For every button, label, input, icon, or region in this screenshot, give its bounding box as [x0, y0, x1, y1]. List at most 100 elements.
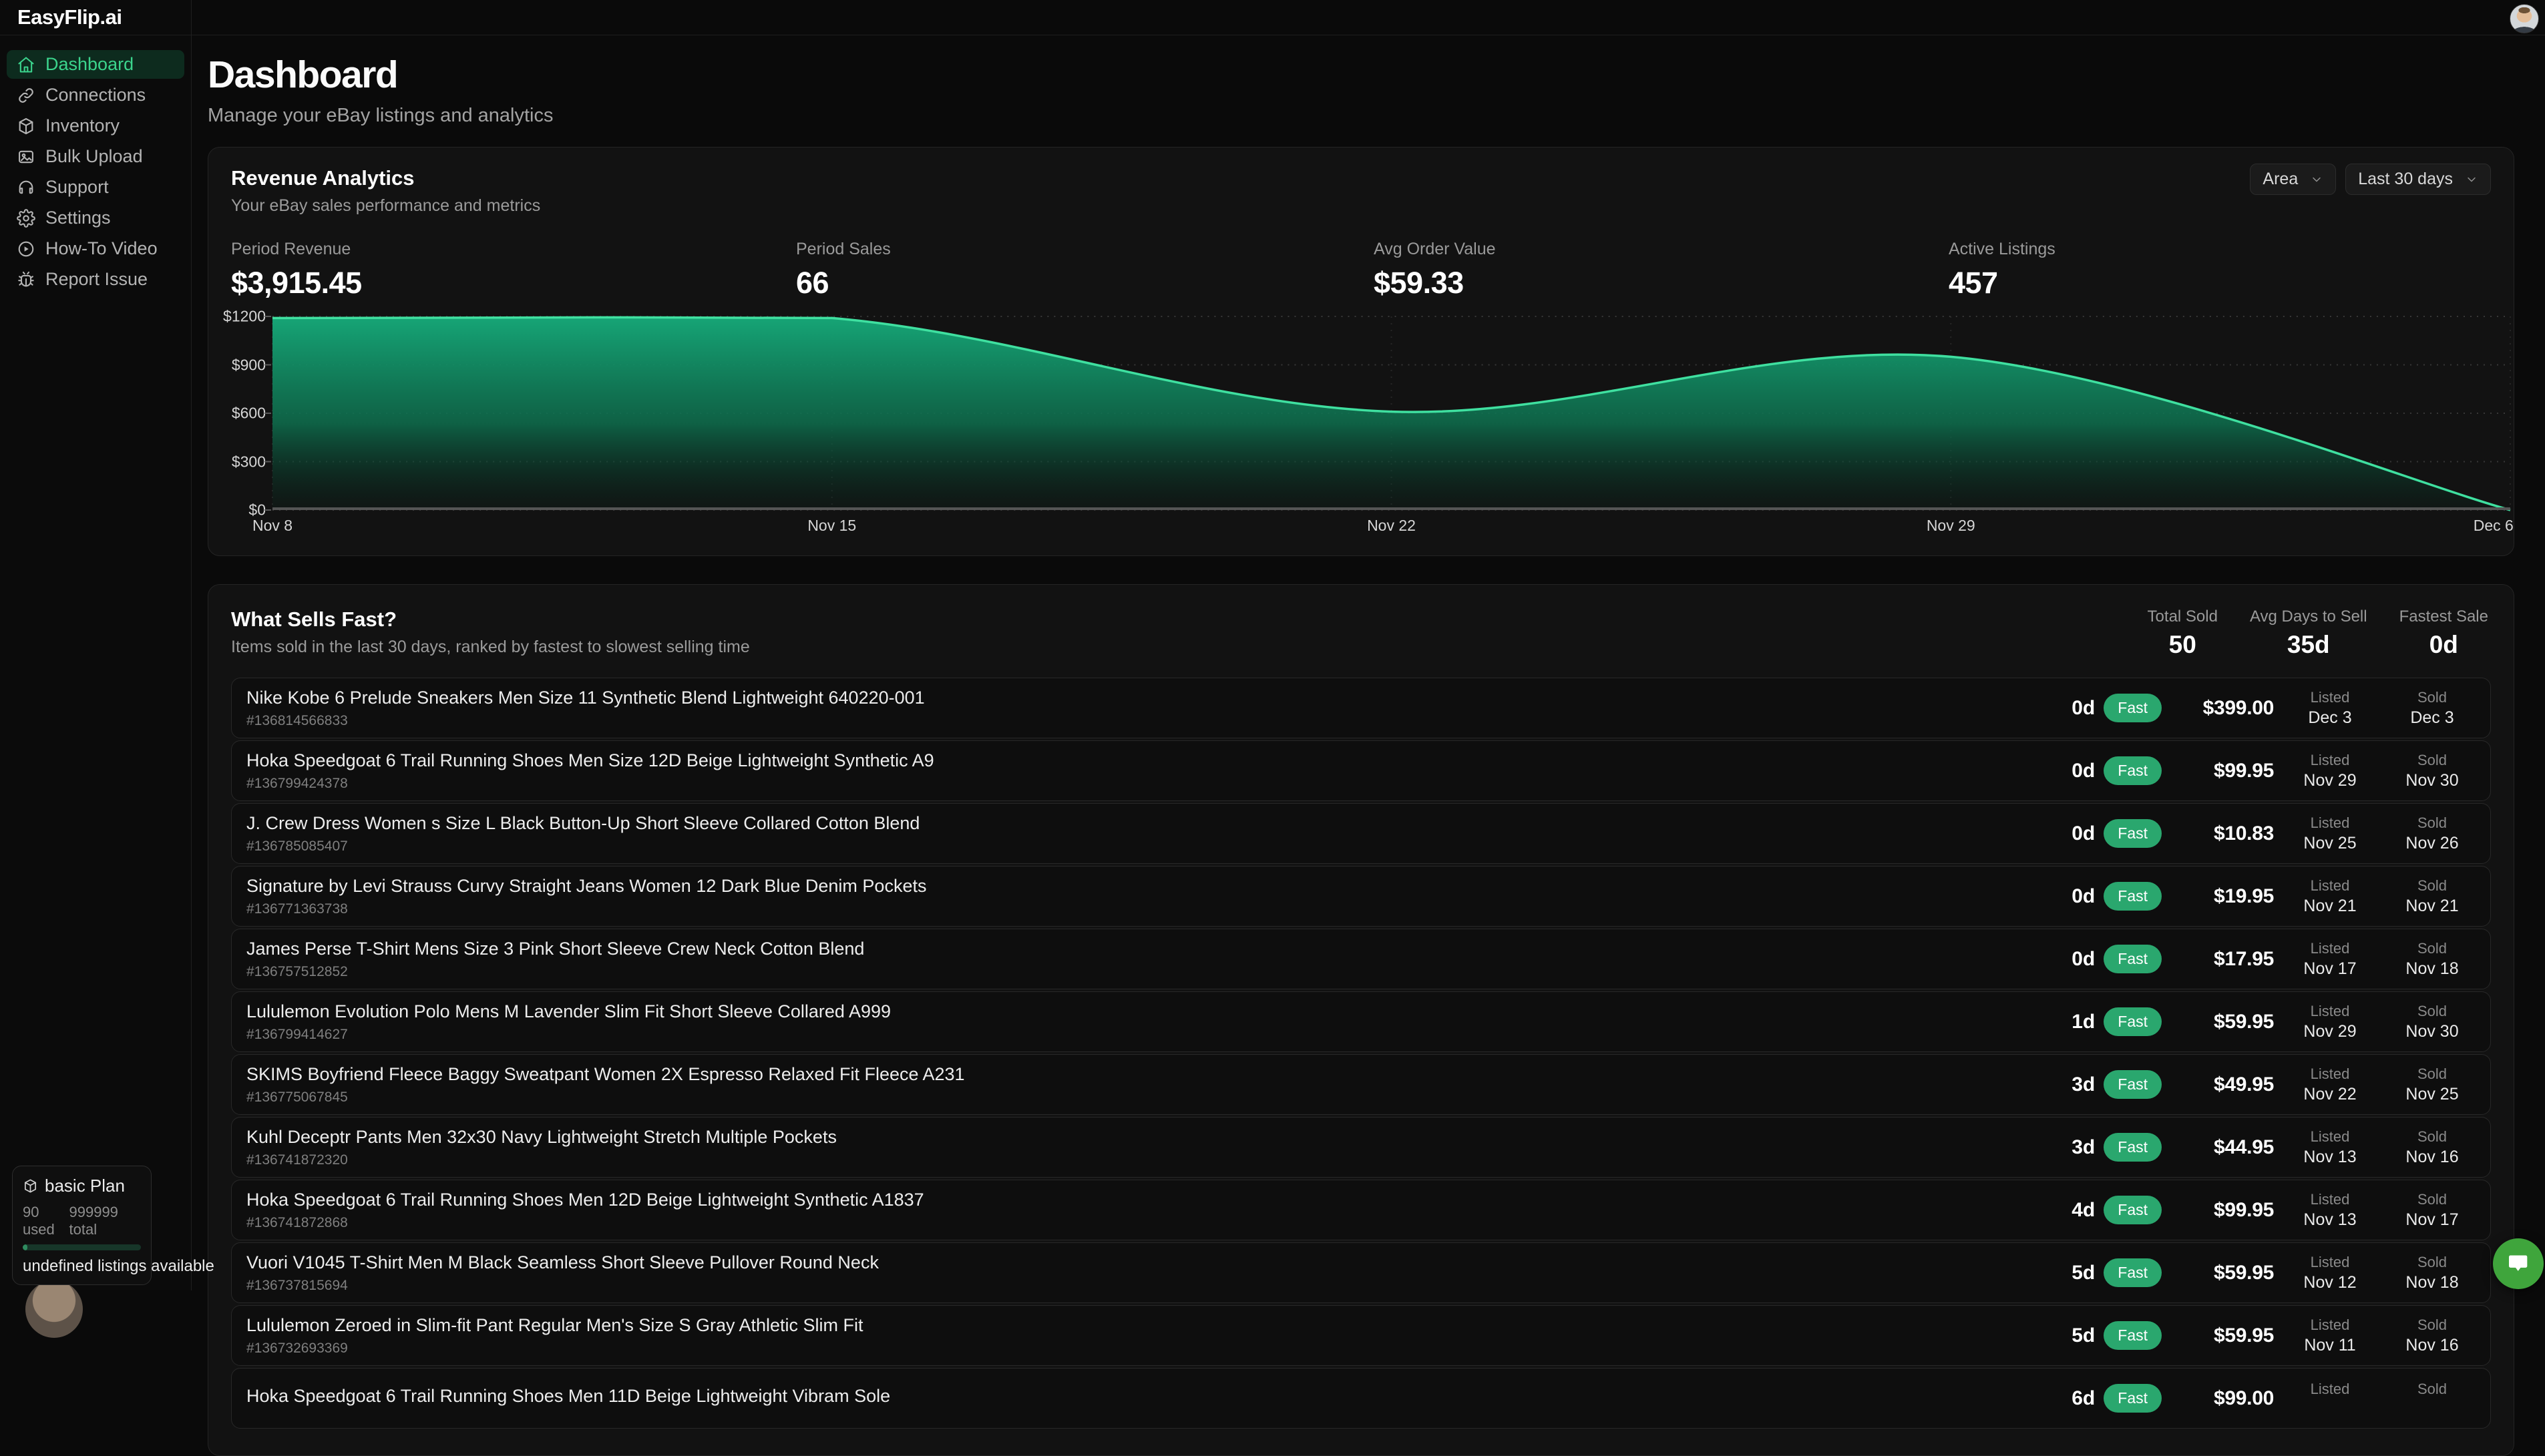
item-id: #136799414627	[246, 1027, 2058, 1043]
plan-progress-bar	[23, 1244, 141, 1250]
metric-value: 457	[1949, 266, 2491, 300]
y-tick-label: $300	[232, 453, 266, 471]
item-info: Nike Kobe 6 Prelude Sneakers Men Size 11…	[246, 688, 2058, 729]
days-to-sell: 0d	[2058, 697, 2095, 720]
metric-label: Active Listings	[1949, 240, 2491, 259]
listed-value: Nov 29	[2277, 771, 2383, 790]
sidebar-item-bulk-upload[interactable]: Bulk Upload	[7, 142, 184, 171]
plan-progress-fill	[23, 1244, 27, 1250]
sold-item-row[interactable]: Hoka Speedgoat 6 Trail Running Shoes Men…	[231, 740, 2491, 801]
what-sells-fast-card: What Sells Fast? Items sold in the last …	[208, 584, 2514, 1456]
sold-label: Sold	[2383, 814, 2481, 832]
item-price: $99.95	[2162, 1199, 2274, 1222]
chat-bubble-icon	[2505, 1250, 2532, 1277]
metric-label: Avg Order Value	[1374, 240, 1949, 259]
metric-label: Period Sales	[796, 240, 1374, 259]
metric-label: Period Revenue	[231, 240, 796, 259]
date-range-select[interactable]: Last 30 days	[2345, 164, 2491, 195]
sold-item-row[interactable]: Lululemon Zeroed in Slim-fit Pant Regula…	[231, 1305, 2491, 1366]
revenue-title: Revenue Analytics	[231, 166, 2491, 190]
sidebar-item-dashboard[interactable]: Dashboard	[7, 50, 184, 79]
user-avatar[interactable]	[2510, 4, 2539, 33]
listed-label: Listed	[2277, 752, 2383, 769]
item-info: Lululemon Evolution Polo Mens M Lavender…	[246, 1001, 2058, 1043]
sold-label: Sold	[2383, 1191, 2481, 1208]
listed-value: Nov 13	[2277, 1148, 2383, 1167]
sells-fast-stats: Total Sold 50 Avg Days to Sell 35d Faste…	[2148, 608, 2491, 659]
days-to-sell: 1d	[2058, 1011, 2095, 1033]
select-value: Area	[2263, 170, 2298, 189]
chart-controls: Area Last 30 days	[2250, 164, 2491, 195]
sold-item-row[interactable]: James Perse T-Shirt Mens Size 3 Pink Sho…	[231, 929, 2491, 989]
sidebar-item-report-issue[interactable]: Report Issue	[7, 265, 184, 294]
days-to-sell: 0d	[2058, 885, 2095, 908]
chat-button[interactable]	[2493, 1238, 2544, 1289]
fast-badge: Fast	[2104, 945, 2162, 973]
sold-item-row[interactable]: SKIMS Boyfriend Fleece Baggy Sweatpant W…	[231, 1054, 2491, 1115]
stat-value: 0d	[2399, 631, 2488, 659]
item-id: #136741872868	[246, 1215, 2058, 1231]
sidebar-item-label: Dashboard	[45, 54, 134, 75]
sold-date: Sold Nov 17	[2383, 1191, 2481, 1230]
revenue-subtitle: Your eBay sales performance and metrics	[231, 196, 2491, 216]
item-info: James Perse T-Shirt Mens Size 3 Pink Sho…	[246, 939, 2058, 980]
headphones-icon	[17, 178, 35, 197]
stat-label: Total Sold	[2148, 608, 2218, 626]
sold-item-row[interactable]: Lululemon Evolution Polo Mens M Lavender…	[231, 991, 2491, 1052]
sold-item-row[interactable]: J. Crew Dress Women s Size L Black Butto…	[231, 803, 2491, 864]
metric-avg-order-value: Avg Order Value $59.33	[1374, 240, 1949, 300]
sidebar-item-label: Settings	[45, 208, 111, 228]
item-price: $44.95	[2162, 1136, 2274, 1159]
sold-date: Sold Nov 30	[2383, 1003, 2481, 1041]
x-tick-label: Dec 6	[2474, 517, 2514, 535]
page-title: Dashboard	[208, 53, 2514, 97]
sidebar-item-support[interactable]: Support	[7, 173, 184, 202]
sold-label: Sold	[2383, 1065, 2481, 1083]
fast-badge: Fast	[2104, 1007, 2162, 1036]
listed-value: Dec 3	[2277, 708, 2383, 728]
listed-value: Nov 25	[2277, 834, 2383, 853]
item-id: #136771363738	[246, 901, 2058, 917]
listed-label: Listed	[2277, 1381, 2383, 1398]
item-info: Hoka Speedgoat 6 Trail Running Shoes Men…	[246, 1386, 2058, 1411]
chart-type-select[interactable]: Area	[2250, 164, 2336, 195]
sidebar-user-avatar[interactable]	[25, 1280, 83, 1338]
sold-item-row[interactable]: Hoka Speedgoat 6 Trail Running Shoes Men…	[231, 1368, 2491, 1429]
days-to-sell: 0d	[2058, 760, 2095, 782]
sold-item-row[interactable]: Vuori V1045 T-Shirt Men M Black Seamless…	[231, 1242, 2491, 1303]
sold-value: Nov 17	[2383, 1210, 2481, 1230]
y-tick-label: $1200	[223, 308, 266, 326]
metric-active-listings: Active Listings 457	[1949, 240, 2491, 300]
sidebar-item-settings[interactable]: Settings	[7, 204, 184, 232]
sidebar-item-connections[interactable]: Connections	[7, 81, 184, 109]
item-info: Hoka Speedgoat 6 Trail Running Shoes Men…	[246, 750, 2058, 792]
item-title: Signature by Levi Strauss Curvy Straight…	[246, 876, 2058, 897]
listed-value: Nov 29	[2277, 1022, 2383, 1041]
metric-period-sales: Period Sales 66	[796, 240, 1374, 300]
sold-date: Sold	[2383, 1381, 2481, 1417]
listed-date: Listed Nov 12	[2277, 1254, 2383, 1292]
sold-item-row[interactable]: Nike Kobe 6 Prelude Sneakers Men Size 11…	[231, 678, 2491, 738]
sidebar-item-label: Connections	[45, 85, 146, 105]
sidebar-item-how-to-video[interactable]: How-To Video	[7, 234, 184, 263]
sidebar-item-inventory[interactable]: Inventory	[7, 111, 184, 140]
chevron-down-icon	[2310, 173, 2323, 186]
item-price: $59.95	[2162, 1262, 2274, 1284]
link-icon	[17, 86, 35, 105]
x-tick-label: Nov 22	[1367, 517, 1416, 535]
sold-item-row[interactable]: Signature by Levi Strauss Curvy Straight…	[231, 866, 2491, 927]
sold-value: Nov 30	[2383, 1022, 2481, 1041]
sold-value: Nov 18	[2383, 959, 2481, 979]
page-subtitle: Manage your eBay listings and analytics	[208, 105, 2514, 127]
item-id: #136741872320	[246, 1152, 2058, 1168]
stat-value: 35d	[2250, 631, 2367, 659]
plan-header: basic Plan	[23, 1176, 141, 1196]
sold-item-row[interactable]: Kuhl Deceptr Pants Men 32x30 Navy Lightw…	[231, 1117, 2491, 1178]
x-tick-label: Nov 8	[252, 517, 292, 535]
sidebar-item-label: How-To Video	[45, 238, 158, 259]
sold-item-row[interactable]: Hoka Speedgoat 6 Trail Running Shoes Men…	[231, 1180, 2491, 1240]
item-price: $17.95	[2162, 948, 2274, 971]
sold-label: Sold	[2383, 1254, 2481, 1271]
item-title: J. Crew Dress Women s Size L Black Butto…	[246, 813, 2058, 834]
plan-card: basic Plan 90 used 999999 total undefine…	[12, 1166, 152, 1285]
